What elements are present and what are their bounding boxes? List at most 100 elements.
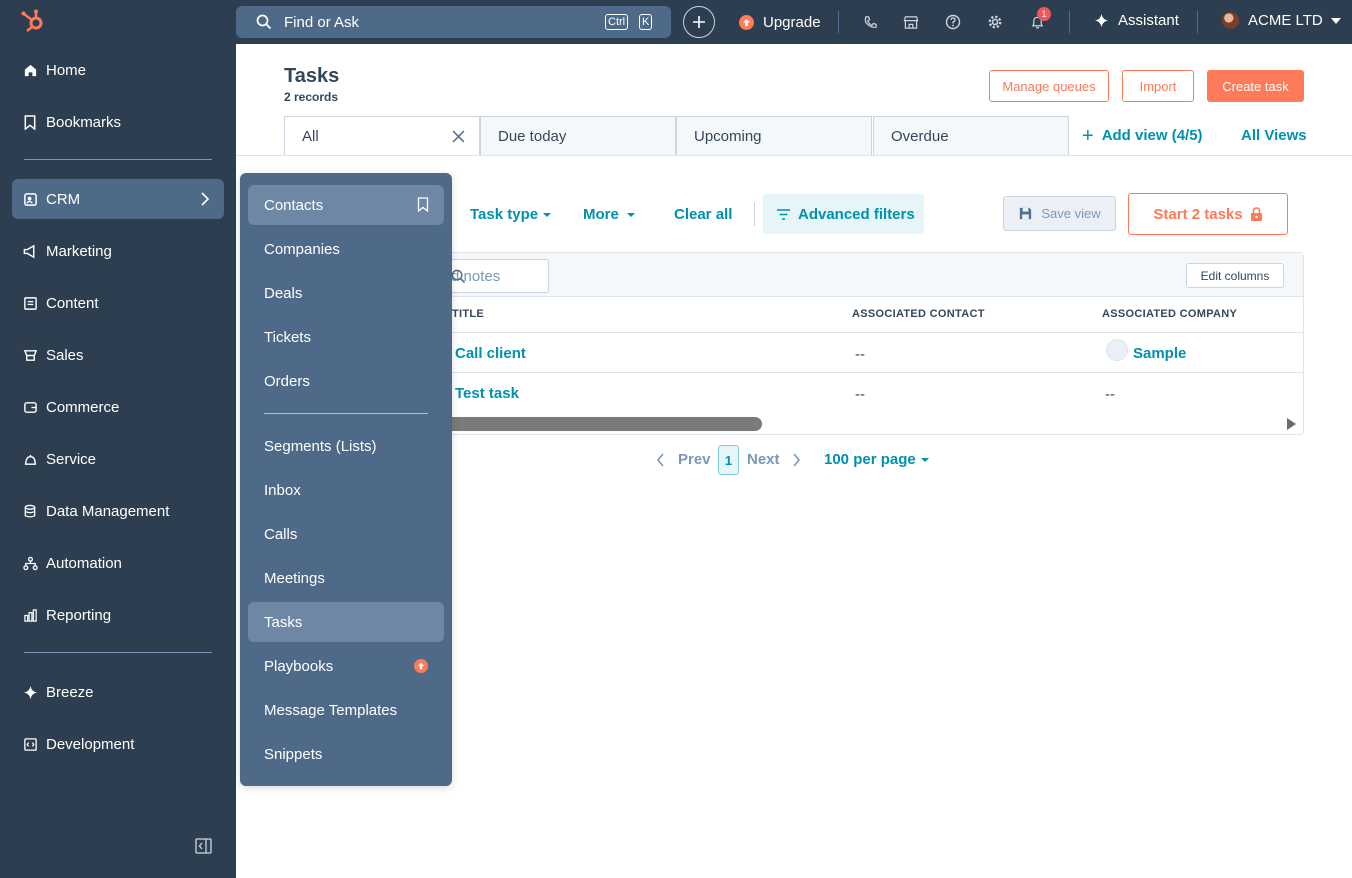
marketplace-icon[interactable] (902, 13, 920, 31)
nav-item-bookmarks[interactable]: Bookmarks (12, 102, 224, 142)
task-title-link[interactable]: Test task (455, 385, 519, 402)
start-tasks-label: Start 2 tasks (1153, 205, 1243, 223)
quick-create-button[interactable] (683, 6, 715, 38)
menu-item-label: Segments (Lists) (264, 437, 377, 455)
nav-item-label: Sales (46, 346, 84, 364)
crm-menu-item-orders[interactable]: Orders (248, 361, 444, 401)
column-header-associated-company[interactable]: ASSOCIATED COMPANY (1102, 308, 1237, 320)
plus-icon (693, 16, 705, 28)
chevron-left-icon (656, 452, 664, 467)
bookmark-icon[interactable] (417, 197, 429, 212)
save-view-button[interactable]: Save view (1003, 196, 1116, 231)
scroll-right-arrow-icon[interactable] (1287, 418, 1296, 430)
crm-menu-item-message-templates[interactable]: Message Templates (248, 690, 444, 730)
per-page-dropdown[interactable]: 100 per page (824, 451, 929, 468)
crm-flyout-menu: Contacts Companies Deals Tickets Orders … (240, 173, 452, 786)
next-page-button[interactable]: Next (747, 451, 801, 468)
nav-item-service[interactable]: Service (12, 439, 224, 479)
bookmark-icon (22, 114, 38, 130)
edit-columns-button[interactable]: Edit columns (1186, 263, 1284, 288)
start-tasks-button[interactable]: Start 2 tasks (1128, 193, 1288, 235)
nav-item-data-management[interactable]: Data Management (12, 491, 224, 531)
nav-item-automation[interactable]: Automation (12, 543, 224, 583)
tab-label: Due today (498, 128, 567, 145)
current-page-number[interactable]: 1 (718, 445, 739, 475)
company-link[interactable]: Sample (1133, 345, 1186, 362)
task-title-link[interactable]: Call client (455, 345, 526, 362)
crm-menu-item-tasks[interactable]: Tasks (248, 602, 444, 642)
help-icon[interactable] (944, 13, 962, 31)
nav-item-label: Bookmarks (46, 113, 122, 131)
manage-queues-button[interactable]: Manage queues (989, 70, 1109, 102)
phone-icon[interactable] (861, 13, 879, 31)
associated-company-cell: -- (1105, 386, 1115, 403)
column-header-associated-contact[interactable]: ASSOCIATED CONTACT (852, 308, 985, 320)
nav-item-content[interactable]: Content (12, 283, 224, 323)
assistant-label: Assistant (1118, 12, 1179, 29)
more-filters[interactable]: More (583, 206, 635, 223)
crm-menu-item-companies[interactable]: Companies (248, 229, 444, 269)
crm-menu-item-playbooks[interactable]: Playbooks (248, 646, 444, 686)
menu-item-label: Meetings (264, 569, 325, 587)
nav-item-home[interactable]: Home (12, 50, 224, 90)
topbar-divider (1069, 11, 1070, 33)
crm-menu-item-meetings[interactable]: Meetings (248, 558, 444, 598)
crm-menu-item-inbox[interactable]: Inbox (248, 470, 444, 510)
crm-menu-item-contacts[interactable]: Contacts (248, 185, 444, 225)
filter-label: Task type (470, 206, 539, 223)
assistant-button[interactable]: Assistant (1094, 12, 1179, 29)
tabs-divider (236, 155, 1352, 156)
crm-menu-item-tickets[interactable]: Tickets (248, 317, 444, 357)
column-header-title[interactable]: TITLE (452, 308, 484, 320)
tab-due-today[interactable]: Due today (480, 116, 676, 156)
nav-item-marketing[interactable]: Marketing (12, 231, 224, 271)
hubspot-logo-icon[interactable] (20, 8, 46, 34)
filter-label: More (583, 206, 619, 223)
nav-item-crm[interactable]: CRM (12, 179, 224, 219)
close-icon[interactable] (452, 130, 465, 143)
nav-item-development[interactable]: Development (12, 724, 224, 764)
collapse-sidebar-icon[interactable] (195, 838, 212, 854)
nav-item-breeze[interactable]: Breeze (12, 672, 224, 712)
tab-label: Overdue (891, 128, 949, 145)
clear-all-button[interactable]: Clear all (674, 206, 732, 223)
advanced-filters-button[interactable]: Advanced filters (763, 194, 924, 234)
service-icon (22, 451, 38, 467)
nav-item-sales[interactable]: Sales (12, 335, 224, 375)
menu-item-label: Companies (264, 240, 340, 258)
wallet-icon (22, 399, 38, 415)
chevron-right-icon (792, 452, 800, 467)
horizontal-scrollbar[interactable] (445, 417, 762, 431)
search-placeholder: Find or Ask (284, 13, 360, 31)
nav-item-commerce[interactable]: Commerce (12, 387, 224, 427)
topbar-divider (1197, 11, 1198, 33)
create-task-button[interactable]: Create task (1207, 70, 1304, 102)
home-icon (22, 62, 38, 78)
save-disk-icon (1018, 206, 1033, 221)
crm-menu-item-snippets[interactable]: Snippets (248, 734, 444, 774)
add-view-button[interactable]: + Add view (4/5) (1082, 126, 1203, 146)
upgrade-button[interactable]: Upgrade (739, 12, 821, 32)
nav-item-reporting[interactable]: Reporting (12, 595, 224, 635)
left-navigation: Home Bookmarks CRM Marketing Content Sal… (0, 0, 236, 878)
sparkle-icon (1094, 13, 1109, 28)
page-title: Tasks (284, 65, 340, 87)
prev-page-button[interactable]: Prev (656, 451, 711, 468)
account-menu[interactable]: ACME LTD (1222, 12, 1341, 29)
all-views-link[interactable]: All Views (1241, 127, 1307, 144)
crm-menu-item-calls[interactable]: Calls (248, 514, 444, 554)
crm-menu-item-segments[interactable]: Segments (Lists) (248, 426, 444, 466)
nav-item-label: Content (46, 294, 99, 312)
nav-item-label: Data Management (46, 502, 170, 520)
upgrade-arrow-icon (739, 14, 754, 30)
search-icon (256, 14, 272, 30)
caret-down-icon (920, 457, 929, 462)
tab-all[interactable]: All (284, 116, 480, 156)
tab-overdue[interactable]: Overdue (873, 116, 1069, 156)
tab-upcoming[interactable]: Upcoming (676, 116, 872, 156)
task-type-filter[interactable]: Task type (470, 206, 552, 223)
settings-gear-icon[interactable] (986, 13, 1004, 31)
crm-menu-item-deals[interactable]: Deals (248, 273, 444, 313)
import-button[interactable]: Import (1122, 70, 1194, 102)
global-search[interactable]: Find or Ask Ctrl K (236, 6, 671, 38)
